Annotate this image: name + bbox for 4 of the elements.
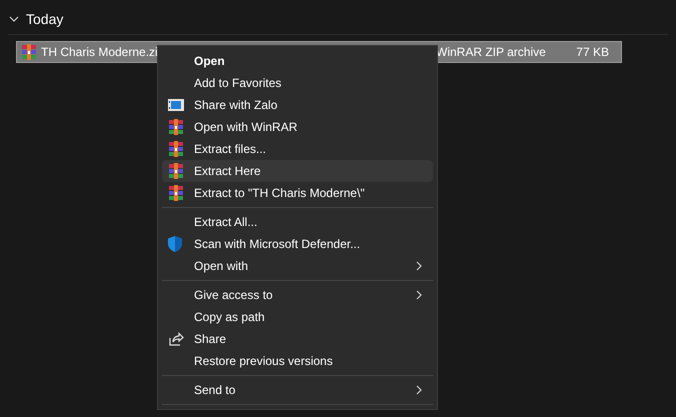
group-title: Today [26,11,64,27]
file-name: TH Charis Moderne.zi [41,45,159,59]
file-type: WinRAR ZIP archive [436,45,547,59]
file-size: 77 KB [575,45,609,59]
